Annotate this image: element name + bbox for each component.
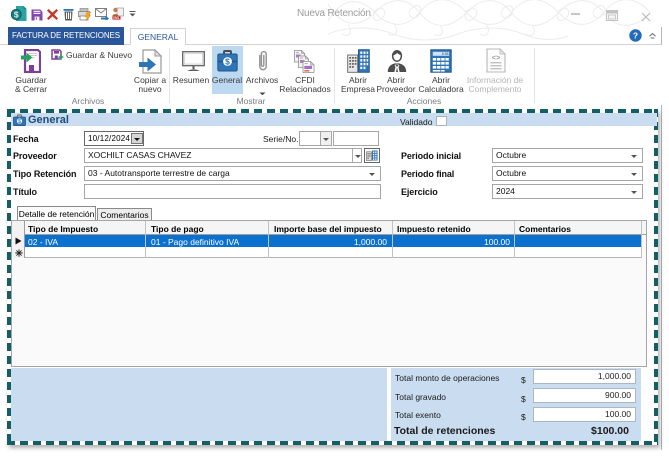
svg-text:$: $	[225, 57, 230, 67]
svg-text:8.88: 8.88	[442, 52, 449, 56]
svg-text:<>: <>	[492, 53, 501, 62]
svg-text:$: $	[14, 10, 19, 20]
svg-text:?: ?	[633, 31, 638, 41]
svg-text:XML: XML	[113, 16, 120, 20]
svg-text:$: $	[18, 119, 21, 125]
